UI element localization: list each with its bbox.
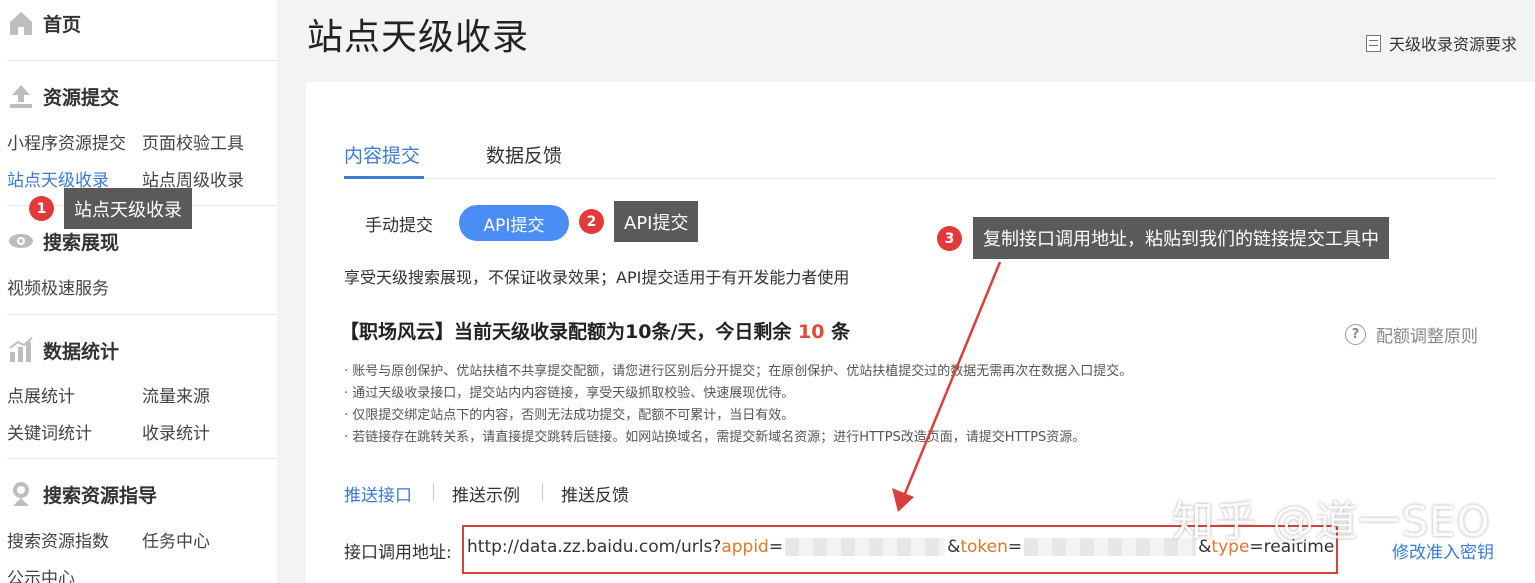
sidebar-section-search-guide: 搜索资源指导: [7, 480, 157, 508]
tab-push-api[interactable]: 推送接口: [344, 481, 412, 506]
note-item: · 通过天级收录接口，提交站内内容链接，享受天级抓取校验、快速展现优待。: [344, 386, 795, 401]
api-url-base: http://data.zz.baidu.com/urls?: [467, 537, 722, 557]
sidebar-home-label: 首页: [43, 13, 82, 36]
document-icon: [1366, 34, 1381, 52]
sidebar-home[interactable]: 首页: [7, 9, 81, 37]
redacted-token: [1024, 538, 1197, 556]
note-item: · 若链接存在跳转关系，请直接提交跳转后链接。如网站换域名，需提交新域名资源；进…: [344, 430, 1086, 445]
api-url-label: 接口调用地址:: [344, 543, 452, 563]
quota-rule-link[interactable]: ? 配额调整原则: [1345, 322, 1478, 347]
tab-push-example[interactable]: 推送示例: [452, 481, 520, 506]
tab-content-submit[interactable]: 内容提交: [344, 141, 420, 168]
sidebar-section-resource-submit: 资源提交: [7, 82, 119, 110]
requirements-link-label: 天级收录资源要求: [1389, 35, 1518, 54]
note-item: · 仅限提交绑定站点下的内容，否则无法成功提交，配额不可累计，当日有效。: [344, 408, 795, 423]
help-icon: ?: [1345, 324, 1366, 345]
annotation-badge-3: 3: [937, 226, 962, 251]
home-icon: [7, 9, 35, 37]
annotation-tooltip-2: API提交: [614, 201, 699, 242]
annotation-badge-1: 1: [29, 196, 54, 221]
sidebar-item-notice-center[interactable]: 公示中心: [7, 564, 75, 583]
quota-status: 【职场风云】当前天级收录配额为10条/天，今日剩余 10 条: [340, 317, 850, 344]
sidebar: 首页 资源提交 小程序资源提交 页面校验工具 站点天级收录 站点周级收录 搜索展…: [0, 0, 277, 583]
requirements-link[interactable]: 天级收录资源要求: [1366, 31, 1517, 55]
page-title: 站点天级收录: [307, 17, 530, 58]
annotation-badge-2: 2: [579, 209, 604, 234]
api-param-appid: appid: [721, 537, 769, 557]
sidebar-divider: [7, 60, 277, 61]
sidebar-item-index-stats[interactable]: 收录统计: [142, 419, 210, 444]
upload-icon: [7, 82, 35, 110]
api-description: 享受天级搜索展现，不保证收录效果；API提交适用于有开发能力者使用: [344, 268, 850, 287]
sidebar-item-impression-stats[interactable]: 点展统计: [7, 382, 75, 407]
sidebar-item-task-center[interactable]: 任务中心: [142, 527, 210, 552]
sidebar-section-search-display: 搜索展现: [7, 227, 119, 255]
manual-submit-button[interactable]: 手动提交: [349, 205, 449, 241]
quota-rule-label: 配额调整原则: [1376, 327, 1478, 347]
watermark: 知乎 @道一SEO: [1172, 497, 1491, 546]
tab-push-feedback[interactable]: 推送反馈: [561, 481, 629, 506]
notes-list: · 账号与原创保护、优站扶植不共享提交配额，请您进行区别后分开提交；在原创保护、…: [344, 361, 1132, 449]
tab-separator: [433, 483, 434, 501]
tab-separator: [542, 483, 543, 501]
tab-active-indicator: [344, 176, 424, 179]
sidebar-divider: [7, 314, 277, 315]
api-eq: =: [768, 537, 784, 557]
sidebar-item-page-check-tool[interactable]: 页面校验工具: [142, 129, 244, 154]
sidebar-section-title: 搜索展现: [43, 231, 120, 254]
tab-data-feedback[interactable]: 数据反馈: [486, 141, 562, 168]
quota-suffix: 条: [831, 321, 851, 343]
api-param-token: token: [960, 537, 1008, 557]
quota-prefix: 【职场风云】当前天级收录配额为10条/天，今日剩余: [340, 321, 792, 343]
sidebar-divider: [7, 458, 277, 459]
api-submit-button[interactable]: API提交: [459, 205, 569, 241]
sidebar-item-video-fast-service[interactable]: 视频极速服务: [7, 274, 109, 299]
guide-icon: [7, 480, 35, 508]
sidebar-section-title: 搜索资源指导: [43, 484, 158, 507]
quota-remaining: 10: [798, 321, 825, 343]
api-amp: &: [947, 537, 961, 557]
redacted-appid: [785, 538, 946, 556]
sidebar-item-resource-index[interactable]: 搜索资源指数: [7, 527, 109, 552]
sidebar-section-title: 数据统计: [43, 340, 120, 363]
api-eq: =: [1007, 537, 1023, 557]
bar-chart-icon: [7, 336, 35, 364]
eye-icon: [7, 227, 35, 255]
note-item: · 账号与原创保护、优站扶植不共享提交配额，请您进行区别后分开提交；在原创保护、…: [344, 364, 1133, 379]
sidebar-item-keyword-stats[interactable]: 关键词统计: [7, 419, 92, 444]
sidebar-section-title: 资源提交: [43, 86, 120, 109]
tab-divider: [344, 178, 1496, 179]
sidebar-section-data-stats: 数据统计: [7, 336, 119, 364]
sidebar-item-miniprogram-submit[interactable]: 小程序资源提交: [7, 129, 126, 154]
annotation-tooltip-1: 站点天级收录: [64, 188, 192, 229]
sidebar-item-traffic-source[interactable]: 流量来源: [142, 382, 210, 407]
annotation-tooltip-3: 复制接口调用地址，粘贴到我们的链接提交工具中: [973, 217, 1389, 259]
